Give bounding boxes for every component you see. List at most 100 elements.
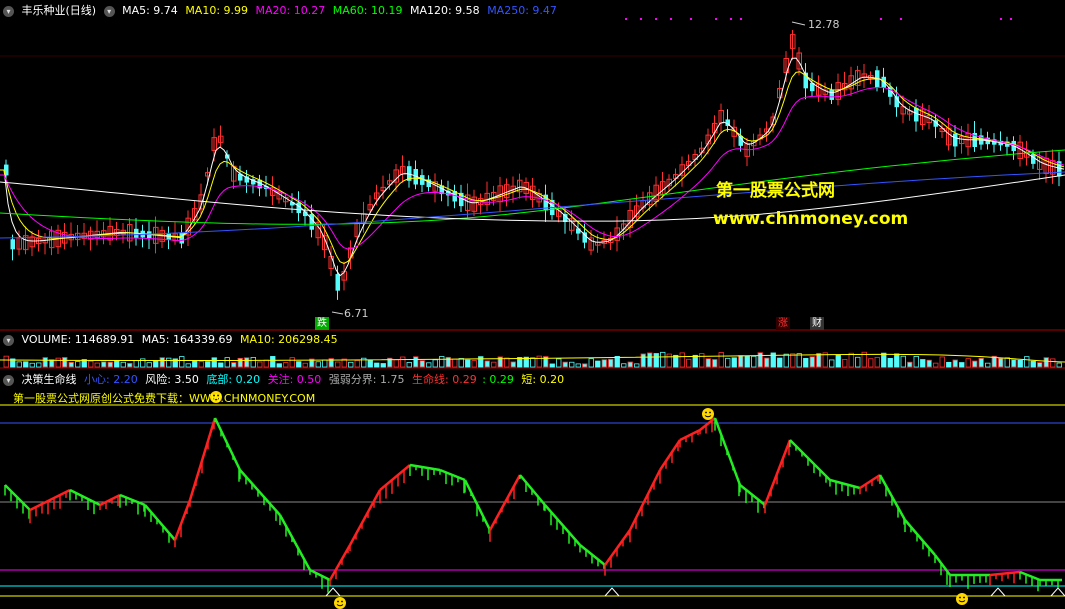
- indicator-short: 短: 0.20: [521, 373, 565, 386]
- volume-bar: [660, 351, 666, 368]
- volume-bar: [985, 362, 991, 368]
- lifeline-segment: [173, 499, 192, 541]
- signal-dot: [670, 18, 672, 20]
- volume-bar: [705, 358, 711, 368]
- volume-bar: [796, 353, 802, 368]
- volume-bar: [426, 362, 432, 368]
- volume-bar: [114, 360, 120, 368]
- volume-bar: [413, 356, 419, 368]
- lifeline-segment: [628, 469, 662, 531]
- volume-bar: [816, 352, 822, 368]
- ma5-line: [0, 57, 1065, 277]
- signal-triangle: [604, 587, 620, 597]
- rise-tag[interactable]: 涨: [776, 317, 790, 330]
- volume-bar: [439, 356, 445, 368]
- candle-down: [576, 228, 581, 234]
- volume-bar: [666, 353, 672, 368]
- volume-bar: [894, 353, 900, 368]
- volume-bar: [692, 354, 698, 368]
- volume-bar: [575, 363, 581, 368]
- volume-bar: [757, 352, 763, 368]
- volume-bar: [335, 361, 341, 368]
- volume-bar: [972, 360, 978, 368]
- indicator-risk: 风险: 3.50: [145, 373, 199, 386]
- volume-bar: [900, 355, 906, 368]
- candle-down: [309, 214, 314, 230]
- volume-bar: [36, 362, 42, 368]
- stock-chart-canvas[interactable]: [0, 0, 1065, 609]
- volume-bar: [23, 361, 29, 368]
- volume-bar: [868, 358, 874, 368]
- volume-bar: [926, 359, 932, 368]
- lifeline-segment: [829, 478, 861, 490]
- volume-menu-icon[interactable]: ▾: [3, 334, 14, 346]
- volume-bar: [380, 363, 386, 368]
- volume-bar: [848, 352, 854, 368]
- lifeline-segment: [69, 488, 101, 507]
- volume-bar: [699, 353, 705, 368]
- lifeline-segment: [1019, 570, 1041, 582]
- volume-bar: [965, 358, 971, 368]
- volume-bar: [146, 362, 152, 368]
- signal-triangle: [990, 587, 1006, 597]
- volume-bar: [647, 352, 653, 368]
- volume-bar: [1030, 360, 1036, 368]
- low-price-label: 6.71: [344, 307, 369, 320]
- candle-down: [335, 274, 340, 291]
- volume-bar: [29, 362, 35, 368]
- volume-bar: [913, 356, 919, 368]
- indicator-menu-icon[interactable]: ▾: [3, 374, 14, 386]
- bottom-signal-smiley-icon: [956, 593, 968, 605]
- signal-dot: [900, 18, 902, 20]
- ma10-line: [0, 71, 1065, 265]
- volume-bar: [432, 359, 438, 368]
- volume-bar: [198, 361, 204, 368]
- volume-bar: [653, 353, 659, 368]
- indicator-divider: 强弱分界: 1.75: [328, 373, 405, 386]
- signal-dot: [880, 18, 882, 20]
- volume-bar: [107, 361, 113, 368]
- signal-triangle: [1050, 587, 1065, 597]
- volume-bar: [1050, 358, 1056, 368]
- volume-bar: [400, 356, 406, 368]
- volume-bar: [634, 363, 640, 368]
- indicator-lifeline-2: : 0.29: [482, 373, 514, 386]
- volume-bar: [712, 359, 718, 368]
- volume-bar: [855, 356, 861, 368]
- bottom-signal-smiley-icon-eye: [337, 600, 339, 603]
- bottom-signal-smiley-icon-eye: [959, 596, 961, 599]
- volume-bar: [127, 362, 133, 368]
- indicator-lifeline: 生命线: 0.29: [412, 373, 477, 386]
- lifeline-segment: [348, 489, 382, 546]
- lifeline-segment: [679, 428, 701, 442]
- volume-bar: [88, 360, 94, 368]
- promo-text[interactable]: 第一股票公式网原创公式免费下载：WWW.CHNMONEY.COM: [13, 390, 315, 406]
- volume-bar: [276, 363, 282, 368]
- volume-bar: [16, 361, 22, 368]
- volume-bar: [549, 363, 555, 368]
- top-signal-smiley-icon: [702, 408, 714, 420]
- volume-bar: [679, 352, 685, 368]
- volume-bar: [933, 362, 939, 368]
- volume-bar: [601, 359, 607, 368]
- finance-tag[interactable]: 财: [810, 317, 824, 330]
- volume-bar: [1017, 359, 1023, 368]
- volume-bar: [731, 357, 737, 368]
- volume-bar: [907, 361, 913, 368]
- volume-bar: [211, 357, 217, 368]
- fall-tag[interactable]: 跌: [315, 317, 329, 330]
- volume-bar: [185, 363, 191, 368]
- lifeline-segment: [989, 570, 1021, 577]
- candle-down: [10, 239, 15, 250]
- volume-bar: [946, 361, 952, 368]
- lifeline-segment: [763, 439, 792, 506]
- volume-bar: [595, 360, 601, 368]
- volume-bar: [322, 359, 328, 368]
- volume-bar: [159, 357, 165, 368]
- signal-dot: [1000, 18, 1002, 20]
- volume-bar: [959, 362, 965, 368]
- volume-bar: [354, 360, 360, 368]
- signal-dot: [625, 18, 627, 20]
- volume-bar: [1011, 359, 1017, 368]
- volume-bar: [1056, 362, 1062, 368]
